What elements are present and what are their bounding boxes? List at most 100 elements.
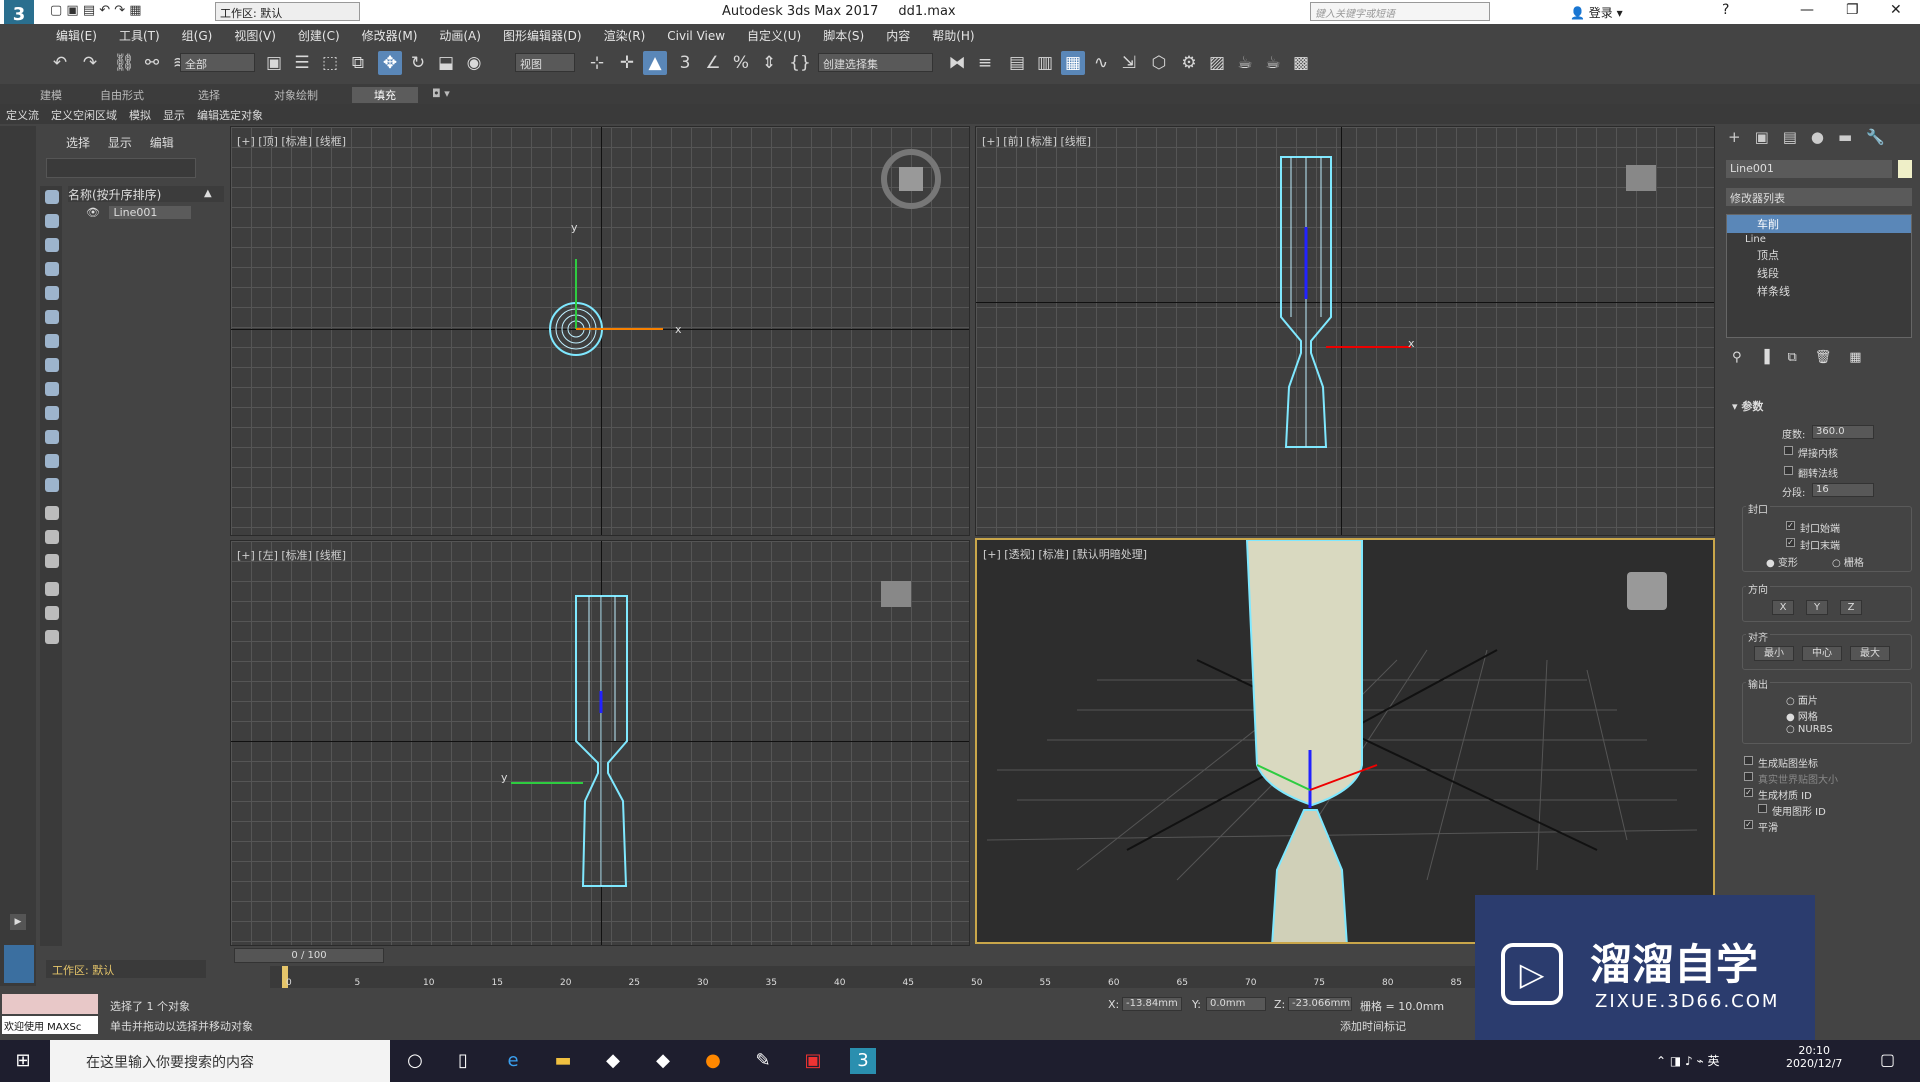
quick-access-icons[interactable]: ▢ ▣ ▤ ↶ ↷ ▦: [50, 3, 142, 18]
viewcube-top[interactable]: [881, 149, 941, 209]
define-idle-areas-button[interactable]: 定义空闲区域: [45, 104, 123, 126]
time-slider[interactable]: 0 / 100: [234, 948, 384, 963]
taskbar-search[interactable]: 在这里输入你要搜索的内容: [50, 1040, 390, 1082]
display-frozen-icon[interactable]: [45, 454, 59, 468]
login-button[interactable]: 👤 登录 ▾: [1570, 4, 1623, 21]
scene-menu-edit[interactable]: 编辑: [150, 136, 174, 150]
simulate-button[interactable]: 模拟: [123, 104, 157, 126]
gen-map-checkbox[interactable]: [1744, 756, 1753, 765]
stack-item-vertex[interactable]: 顶点: [1727, 246, 1911, 264]
edge-icon[interactable]: e: [500, 1048, 526, 1074]
display-containers-icon[interactable]: [45, 430, 59, 444]
help-icon[interactable]: ?: [1722, 2, 1729, 18]
add-time-tag[interactable]: 添加时间标记: [1340, 1018, 1406, 1034]
real-world-checkbox[interactable]: [1744, 772, 1753, 781]
display-invert-icon[interactable]: [45, 554, 59, 568]
display-bones-icon[interactable]: [45, 406, 59, 420]
flip-normals-checkbox[interactable]: [1784, 466, 1793, 475]
stack-item-lathe[interactable]: 车削: [1727, 215, 1911, 233]
viewport-left[interactable]: y [+] [左] [标准] [线框]: [230, 540, 970, 946]
window-crossing-icon[interactable]: ⧉: [346, 51, 370, 75]
viewcube-left[interactable]: [881, 581, 911, 607]
reference-coord-dropdown[interactable]: 视图: [515, 53, 575, 72]
dir-x-button[interactable]: X: [1772, 600, 1794, 615]
scene-item-line001[interactable]: 👁 Line001: [86, 206, 222, 223]
modifier-list-dropdown[interactable]: 修改器列表: [1726, 188, 1912, 206]
rendered-frame-icon[interactable]: ▨: [1205, 51, 1229, 75]
display-all-icon[interactable]: [45, 506, 59, 520]
segments-spinner[interactable]: 16: [1812, 483, 1874, 497]
menu-item-1[interactable]: 工具(T): [108, 24, 171, 47]
rect-selection-icon[interactable]: ⬚: [318, 51, 342, 75]
viewcube-front[interactable]: [1626, 165, 1656, 191]
display-lights-icon[interactable]: [45, 262, 59, 276]
app-icon-3[interactable]: ▣: [800, 1048, 826, 1074]
schematic-view-icon[interactable]: ⇲: [1117, 51, 1141, 75]
redo-icon[interactable]: ↷: [78, 51, 102, 75]
viewport-front[interactable]: x [+] [前] [标准] [线框]: [975, 126, 1715, 536]
smooth-checkbox[interactable]: ✓: [1744, 820, 1753, 829]
undo-icon[interactable]: ↶: [48, 51, 72, 75]
firefox-icon[interactable]: ●: [700, 1048, 726, 1074]
menu-item-11[interactable]: 脚本(S): [812, 24, 875, 47]
app-icon-2[interactable]: ◆: [650, 1048, 676, 1074]
menu-item-9[interactable]: Civil View: [656, 26, 736, 46]
menu-item-5[interactable]: 修改器(M): [351, 24, 429, 47]
scene-search-field[interactable]: [46, 158, 196, 178]
align-icon[interactable]: ≡: [973, 51, 997, 75]
link-icon[interactable]: ⛓: [112, 51, 136, 75]
cortana-icon[interactable]: ○: [402, 1048, 428, 1074]
display-hidden-icon[interactable]: [45, 478, 59, 492]
viewport-front-label[interactable]: [+] [前] [标准] [线框]: [982, 133, 1091, 149]
selection-filter-dropdown[interactable]: 全部: [180, 53, 255, 72]
y-coord-field[interactable]: 0.0mm: [1206, 997, 1266, 1011]
layer-manager-icon[interactable]: ▥: [1033, 51, 1057, 75]
search-input[interactable]: 键入关键字或短语: [1310, 2, 1490, 21]
workspace-selector[interactable]: 工作区: 默认: [46, 960, 206, 978]
z-coord-field[interactable]: -23.066mm: [1288, 997, 1352, 1011]
maxscript-label[interactable]: 欢迎使用 MAXSc: [2, 1016, 98, 1034]
grid-radio[interactable]: ○ 栅格: [1832, 554, 1864, 569]
render-iterative-icon[interactable]: ☕: [1261, 51, 1285, 75]
dir-z-button[interactable]: Z: [1840, 600, 1862, 615]
display-button[interactable]: 显示: [157, 104, 191, 126]
render-cloud-icon[interactable]: ▩: [1289, 51, 1313, 75]
tab-populate[interactable]: 填充: [352, 87, 418, 103]
tab-modeling[interactable]: 建模: [40, 87, 62, 103]
degrees-spinner[interactable]: 360.0: [1812, 425, 1874, 439]
cap-end-checkbox[interactable]: ✓: [1786, 538, 1795, 547]
select-move-icon[interactable]: ✥: [378, 51, 402, 75]
viewport-layout-icon[interactable]: [4, 945, 34, 983]
menu-item-10[interactable]: 自定义(U): [736, 24, 812, 47]
visibility-eye-icon[interactable]: 👁: [86, 206, 100, 219]
stack-item-segment[interactable]: 线段: [1727, 264, 1911, 282]
align-min-button[interactable]: 最小: [1754, 646, 1794, 661]
funnel-icon[interactable]: [45, 606, 59, 620]
nurbs-radio[interactable]: ○ NURBS: [1786, 724, 1833, 735]
align-center-button[interactable]: 中心: [1802, 646, 1842, 661]
app-icon-1[interactable]: ◆: [600, 1048, 626, 1074]
stack-item-line[interactable]: Line: [1727, 233, 1911, 246]
viewport-top-label[interactable]: [+] [顶] [标准] [线框]: [237, 133, 346, 149]
menu-item-6[interactable]: 动画(A): [428, 24, 492, 47]
viewport-perspective-label[interactable]: [+] [透视] [标准] [默认明暗处理]: [983, 546, 1147, 562]
object-name-field[interactable]: Line001: [1726, 160, 1892, 178]
camera-bin-icon[interactable]: [45, 630, 59, 644]
notepad-icon[interactable]: ✎: [750, 1048, 776, 1074]
layer-explorer-icon[interactable]: ▤: [1005, 51, 1029, 75]
close-button[interactable]: ✕: [1890, 2, 1902, 18]
cap-start-checkbox[interactable]: ✓: [1786, 521, 1795, 530]
left-expand-icon[interactable]: ▶: [10, 914, 26, 930]
rollout-parameters[interactable]: ▾ 参数: [1732, 398, 1763, 414]
scene-menu-display[interactable]: 显示: [108, 136, 132, 150]
use-shape-checkbox[interactable]: [1758, 804, 1767, 813]
pivot-center-icon[interactable]: ⊹: [585, 51, 609, 75]
notification-icon[interactable]: ▢: [1880, 1050, 1895, 1069]
tab-object-paint[interactable]: 对象绘制: [274, 87, 318, 103]
select-place-icon[interactable]: ◉: [462, 51, 486, 75]
angle-snap-icon[interactable]: ∠: [701, 51, 725, 75]
define-flows-button[interactable]: 定义流: [0, 104, 45, 126]
tab-freeform[interactable]: 自由形式: [100, 87, 144, 103]
scene-column-header[interactable]: 名称(按升序排序): [68, 186, 224, 202]
morph-radio[interactable]: ● 变形: [1766, 554, 1798, 569]
